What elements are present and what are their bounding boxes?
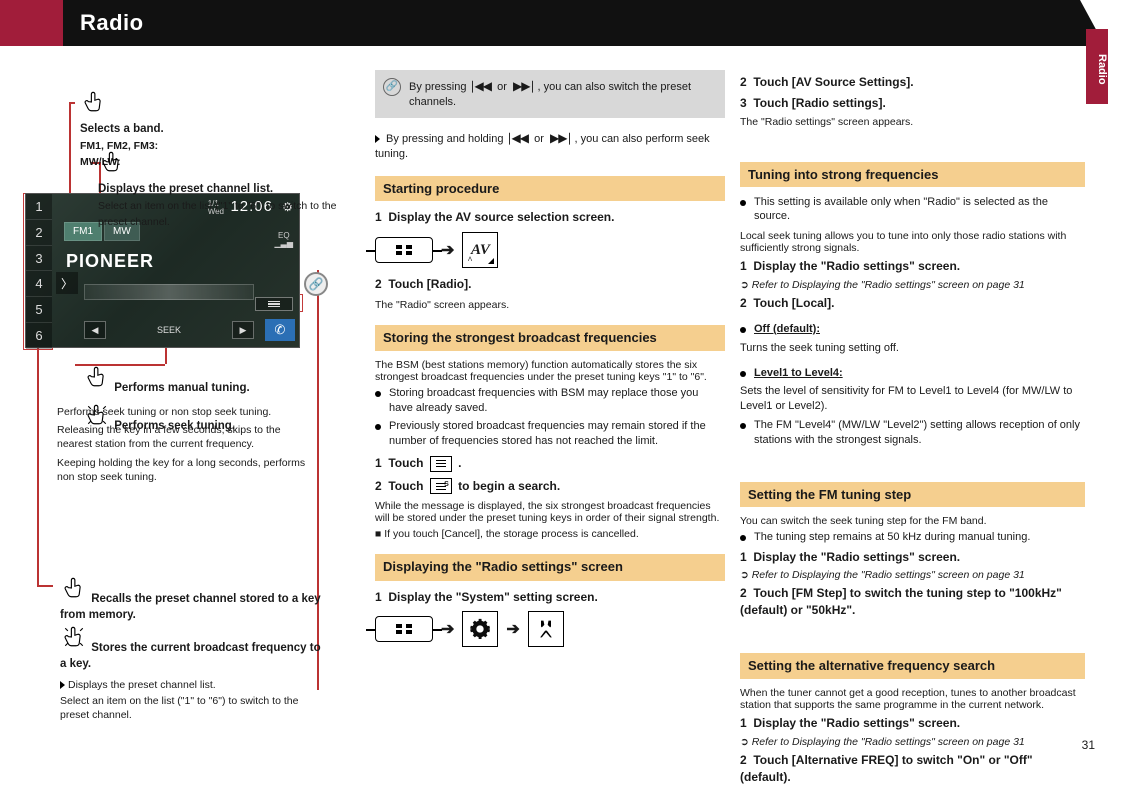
local-note: This setting is available only when "Rad… (740, 195, 1085, 225)
preset-4[interactable]: 4 (26, 271, 52, 297)
hold-seek-note: By pressing and holding ∣◀◀ or ▶▶∣ , you… (375, 130, 725, 163)
setting-off: Off (default): Turns the seek tuning set… (740, 322, 1085, 356)
bsm-note-2: Previously stored broadcast frequencies … (375, 419, 725, 449)
av-button[interactable]: AV ^ (462, 232, 498, 268)
link-note: 🔗 By pressing ∣◀◀ or ▶▶∣ , you can also … (375, 70, 725, 118)
band-fm[interactable]: FM1 (64, 222, 102, 241)
right-step-3: 3 Touch [Radio settings]. (740, 95, 1085, 112)
page-title: Radio (80, 10, 144, 36)
callout-preset-label: Displays the preset channel list. (98, 182, 338, 198)
local-step-2: 2 Touch [Local]. (740, 295, 1085, 312)
right-step-3-sub: The "Radio settings" screen appears. (740, 116, 1085, 128)
preset-3[interactable]: 3 (26, 246, 52, 272)
note-seek-p: Performs seek tuning or non stop seek tu… (57, 405, 317, 419)
leader (69, 102, 75, 104)
note-seek-keep: Keeping holding the key for a long secon… (57, 456, 317, 484)
right-step-2: 2 Touch [AV Source Settings]. (740, 74, 1085, 91)
expand-chevron[interactable]: 〉 (56, 272, 78, 294)
heading-af: Setting the alternative frequency search (740, 653, 1085, 679)
eq-icon[interactable]: EQ▁▃▅ (275, 232, 293, 248)
stored-recall: Recalls the preset channel stored to a k… (60, 593, 321, 621)
banner-accent (0, 0, 63, 46)
seek-label: SEEK (157, 325, 181, 335)
fm-intro: You can switch the seek tuning step for … (740, 515, 1085, 527)
home-hw-button[interactable] (375, 237, 433, 263)
station-name: PIONEER (66, 251, 154, 272)
bsm-cancel: ■ If you touch [Cancel], the storage pro… (375, 528, 725, 540)
bsm-step-2: 2 Touch S to begin a search. (375, 478, 725, 495)
bsm-step-2-sub: While the message is displayed, the six … (375, 500, 725, 524)
settings-button[interactable] (462, 611, 498, 647)
callout-bands-label: Selects a band. (80, 122, 320, 138)
preset-strip: 1 2 3 4 5 6 (26, 194, 52, 349)
af-step-2: 2 Touch [Alternative FREQ] to switch "On… (740, 752, 1085, 786)
heading-local: Tuning into strong frequencies (740, 162, 1085, 187)
frequency-bar[interactable] (84, 284, 254, 300)
link-icon: 🔗 (304, 272, 328, 296)
tap-icon (98, 148, 126, 176)
seek-manual-label: Performs manual tuning. (114, 382, 249, 394)
heading-radio-settings: Displaying the "Radio settings" screen (375, 554, 725, 580)
preset-6[interactable]: 6 (26, 323, 52, 349)
af-step-1: 1 Display the "Radio settings" screen. (740, 715, 1085, 732)
fm-step-2: 2 Touch [FM Step] to switch the tuning s… (740, 585, 1085, 619)
local-step-1-ref: ➲ Refer to Displaying the "Radio setting… (740, 279, 1085, 291)
home-hw-button[interactable] (375, 616, 433, 642)
seek-row: ◀ SEEK ▶ (84, 321, 254, 339)
local-intro: Local seek tuning allows you to tune int… (740, 230, 1085, 254)
arrow-icon: ➔ (441, 619, 454, 639)
side-tab-radio: Radio (1086, 29, 1108, 104)
hold-icon (60, 623, 88, 651)
heading-fm-step: Setting the FM tuning step (740, 482, 1085, 507)
step-2: 2 Touch [Radio]. (375, 276, 725, 293)
button-train-system: ➔ ➔ (375, 611, 725, 647)
seek-prev-button[interactable]: ◀ (84, 321, 106, 339)
fm-step-1-ref: ➲ Refer to Displaying the "Radio setting… (740, 569, 1085, 581)
page-banner: Radio (0, 0, 1080, 46)
tap-icon (83, 363, 111, 391)
bsm-search-icon[interactable]: S (430, 478, 452, 494)
af-step-1-ref: ➲ Refer to Displaying the "Radio setting… (740, 736, 1085, 748)
step-2-sub: The "Radio" screen appears. (375, 299, 725, 311)
step-1: 1 Display the AV source selection screen… (375, 209, 725, 226)
af-intro: When the tuner cannot get a good recepti… (740, 687, 1085, 711)
preset-list-button[interactable] (255, 297, 293, 311)
setting-level: Level1 to Level4: Sets the level of sens… (740, 366, 1085, 415)
level-note: The FM "Level4" (MW/LW "Level2") setting… (740, 418, 1085, 448)
next-track-icon: ▶▶∣ (513, 79, 534, 93)
arrow-icon: ➔ (441, 240, 454, 260)
tap-icon (80, 88, 108, 116)
preset-5[interactable]: 5 (26, 297, 52, 323)
prev-track-icon: ∣◀◀ (507, 131, 528, 145)
settings-step-1: 1 Display the "System" setting screen. (375, 589, 725, 606)
heading-bsm: Storing the strongest broadcast frequenc… (375, 325, 725, 351)
bsm-note-1: Storing broadcast frequencies with BSM m… (375, 386, 725, 416)
preset-2[interactable]: 2 (26, 220, 52, 246)
fm-step-1: 1 Display the "Radio settings" screen. (740, 549, 1085, 566)
tap-icon (60, 574, 88, 602)
local-step-1: 1 Display the "Radio settings" screen. (740, 258, 1085, 275)
next-track-icon: ▶▶∣ (550, 131, 571, 145)
leader (37, 585, 53, 587)
callout-preset-sub: Select an item on the list ("1" to "6") … (98, 200, 336, 228)
heading-starting: Starting procedure (375, 176, 725, 201)
arrow-icon: ➔ (506, 619, 519, 639)
stored-store: Stores the current broadcast frequency t… (60, 642, 321, 670)
link-icon-small: 🔗 (383, 78, 401, 96)
page-number: 31 (1082, 738, 1095, 752)
fm-note: The tuning step remains at 50 kHz during… (740, 530, 1085, 545)
preset-list-icon[interactable] (430, 456, 452, 472)
bsm-step-1: 1 Touch . (375, 455, 725, 472)
system-button[interactable] (528, 611, 564, 647)
preset-1[interactable]: 1 (26, 194, 52, 220)
button-train-av: ➔ AV ^ (375, 232, 725, 268)
phone-button[interactable]: ✆ (265, 319, 295, 341)
prev-track-icon: ∣◀◀ (470, 79, 491, 93)
bsm-intro: The BSM (best stations memory) function … (375, 359, 725, 383)
note-seek-release: Releasing the key in a few seconds, skip… (57, 423, 317, 451)
seek-next-button[interactable]: ▶ (232, 321, 254, 339)
